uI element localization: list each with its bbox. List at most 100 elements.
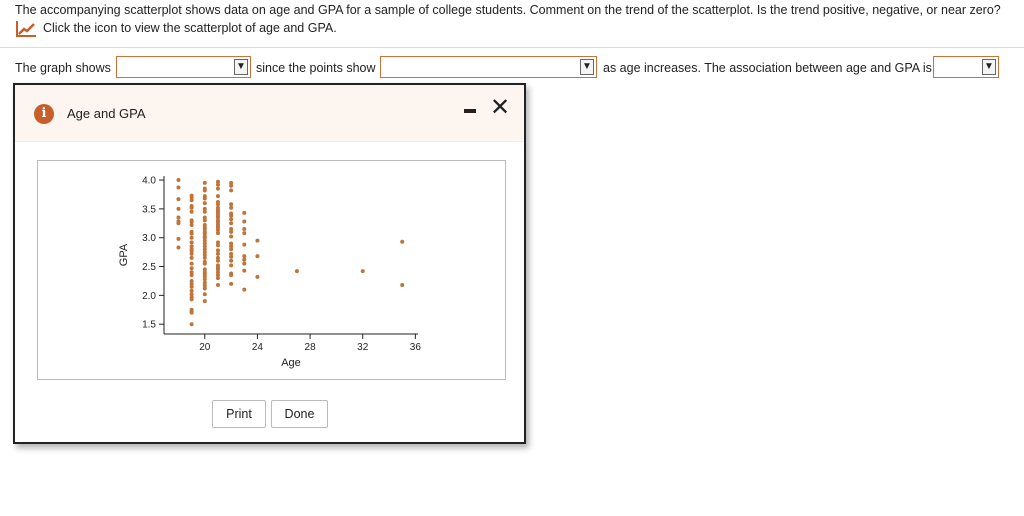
trend-dropdown[interactable]: ▼ xyxy=(116,56,251,78)
info-icon: i xyxy=(34,104,54,124)
data-point xyxy=(242,261,247,266)
data-point xyxy=(215,194,220,199)
data-point xyxy=(202,299,207,304)
data-point xyxy=(215,231,220,236)
data-point xyxy=(215,251,220,256)
association-dropdown[interactable]: ▼ xyxy=(933,56,999,78)
data-point xyxy=(176,206,181,211)
data-point xyxy=(202,286,207,291)
data-point xyxy=(229,205,234,210)
data-point xyxy=(202,292,207,297)
chart-icon[interactable] xyxy=(15,20,37,38)
data-point xyxy=(215,243,220,248)
chevron-down-icon: ▼ xyxy=(982,59,996,75)
data-point xyxy=(360,269,365,274)
data-point xyxy=(176,185,181,190)
data-point xyxy=(176,215,181,220)
close-button[interactable]: ✕ xyxy=(490,93,510,122)
data-point xyxy=(176,178,181,183)
data-point xyxy=(176,221,181,226)
data-point xyxy=(202,277,207,282)
data-point xyxy=(229,273,234,278)
data-point xyxy=(229,188,234,193)
data-point xyxy=(202,201,207,206)
data-point xyxy=(202,188,207,193)
data-point xyxy=(202,255,207,260)
data-point xyxy=(189,198,194,203)
data-point xyxy=(189,209,194,214)
data-point xyxy=(242,257,247,262)
data-point xyxy=(229,247,234,252)
y-tick-label: 3.5 xyxy=(142,204,156,215)
data-point xyxy=(202,218,207,223)
data-point xyxy=(202,261,207,266)
data-point xyxy=(242,227,247,232)
pattern-dropdown[interactable]: ▼ xyxy=(380,56,597,78)
data-point xyxy=(242,287,247,292)
data-point xyxy=(229,258,234,263)
data-point xyxy=(189,240,194,245)
divider xyxy=(0,47,1024,48)
data-point xyxy=(189,261,194,266)
y-tick-label: 2.0 xyxy=(142,291,156,302)
data-point xyxy=(242,242,247,247)
scatterplot-dialog: i Age and GPA ✕ 1.5 2.0 2.5 3.0 3.5 4.0 20 24 28… xyxy=(13,83,526,444)
data-point xyxy=(229,221,234,226)
data-point xyxy=(189,273,194,278)
data-point xyxy=(189,322,194,327)
data-point xyxy=(229,213,234,218)
data-point xyxy=(229,217,234,222)
data-point xyxy=(229,254,234,259)
data-point xyxy=(242,210,247,215)
minimize-button[interactable] xyxy=(464,109,476,113)
data-point xyxy=(189,231,194,236)
data-point xyxy=(189,297,194,302)
print-button[interactable]: Print xyxy=(212,400,266,428)
data-point xyxy=(229,234,234,239)
data-point xyxy=(189,255,194,260)
data-point xyxy=(202,196,207,201)
dialog-header: i Age and GPA ✕ xyxy=(15,85,524,142)
data-point xyxy=(229,281,234,286)
data-point xyxy=(229,263,234,268)
data-point xyxy=(189,223,194,228)
question-text: The accompanying scatterplot shows data … xyxy=(15,3,1001,17)
y-tick-label: 3.0 xyxy=(142,233,156,244)
data-point xyxy=(189,251,194,256)
y-axis-label: GPA xyxy=(118,243,130,266)
data-point xyxy=(229,229,234,234)
data-point xyxy=(215,182,220,187)
y-tick-label: 4.0 xyxy=(142,176,156,187)
data-point xyxy=(255,274,260,279)
data-point xyxy=(215,186,220,191)
done-button[interactable]: Done xyxy=(271,400,328,428)
chevron-down-icon: ▼ xyxy=(580,59,594,75)
data-point xyxy=(294,269,299,274)
data-point xyxy=(189,288,194,293)
sentence-part3: as age increases. The association betwee… xyxy=(603,61,932,75)
data-point xyxy=(215,248,220,253)
data-point xyxy=(202,180,207,185)
x-tick-label: 20 xyxy=(199,342,211,353)
data-point xyxy=(215,202,220,207)
instruction-text: Click the icon to view the scatterplot o… xyxy=(43,21,337,35)
data-point xyxy=(176,245,181,250)
chevron-down-icon: ▼ xyxy=(234,59,248,75)
data-point xyxy=(189,266,194,271)
data-point xyxy=(229,183,234,188)
data-point xyxy=(255,254,260,259)
data-point xyxy=(189,235,194,240)
x-tick-label: 24 xyxy=(252,342,264,353)
data-point xyxy=(189,284,194,289)
data-point xyxy=(242,254,247,259)
data-point xyxy=(242,268,247,273)
data-point xyxy=(255,238,260,243)
x-tick-label: 28 xyxy=(305,342,317,353)
data-point xyxy=(189,310,194,315)
data-point xyxy=(215,276,220,281)
data-point xyxy=(400,282,405,287)
data-point xyxy=(176,197,181,202)
x-tick-label: 32 xyxy=(357,342,369,353)
y-tick-label: 1.5 xyxy=(142,320,156,331)
data-point xyxy=(242,231,247,236)
